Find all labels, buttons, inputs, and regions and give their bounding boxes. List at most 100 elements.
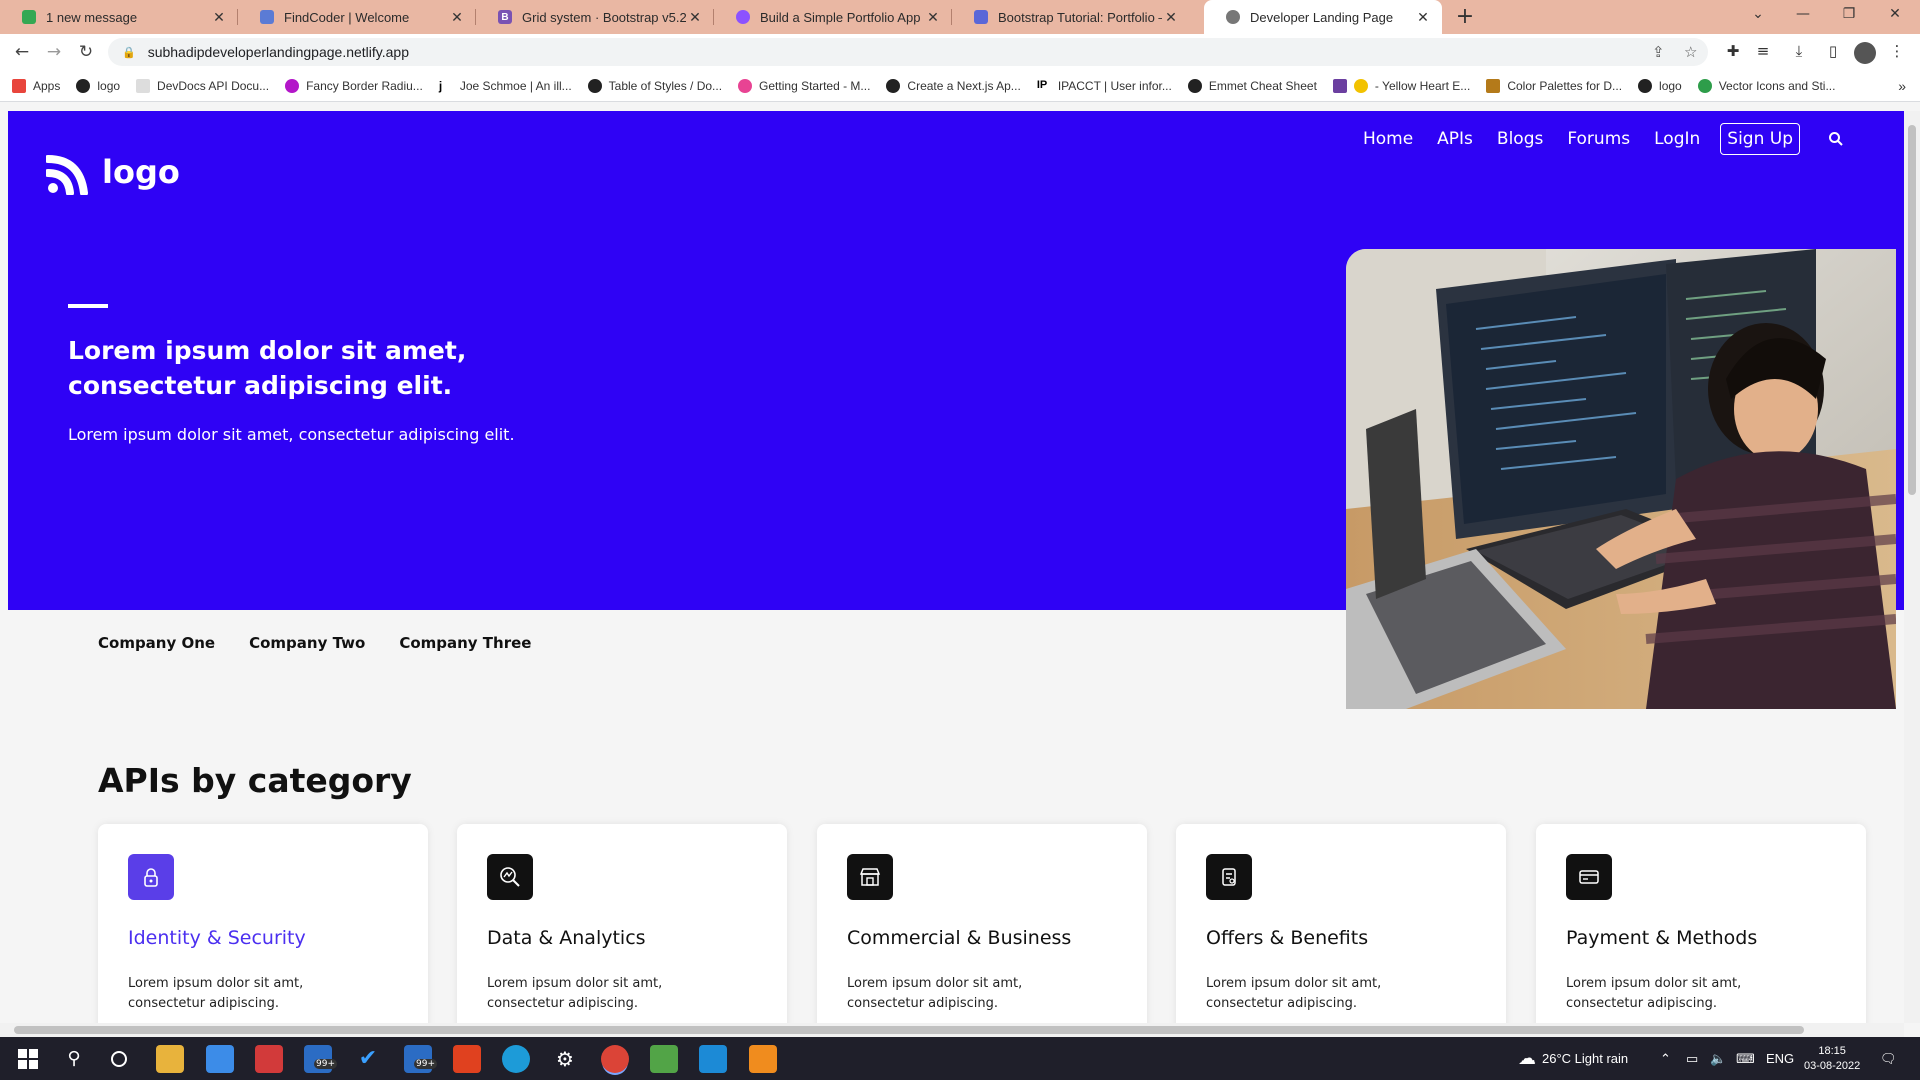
bookmark-item[interactable]: j Joe Schmoe | An ill... <box>439 79 572 93</box>
store-app-icon[interactable] <box>206 1045 234 1073</box>
company-name: Company Three <box>399 634 532 652</box>
minimize-button[interactable]: — <box>1780 0 1826 30</box>
sublime-text-icon[interactable] <box>749 1045 777 1073</box>
horizontal-scrollbar[interactable] <box>0 1023 1904 1037</box>
tab-close-icon[interactable]: ✕ <box>1414 9 1432 26</box>
site-logo[interactable]: logo <box>46 149 180 195</box>
search-icon[interactable] <box>1828 131 1844 147</box>
bookmark-star-icon[interactable]: ☆ <box>1684 43 1697 61</box>
notifications-icon[interactable]: 🗨 <box>1880 1037 1897 1080</box>
bookmark-item[interactable]: logo <box>1638 78 1682 93</box>
weather-widget[interactable]: ☁ 26°C Light rain <box>1518 1037 1628 1080</box>
category-card-commercial[interactable]: Commercial & Business Lorem ipsum dolor … <box>817 824 1147 1023</box>
category-card-offers[interactable]: Offers & Benefits Lorem ipsum dolor sit … <box>1176 824 1506 1023</box>
tab-search-chevron-icon[interactable]: ⌄ <box>1735 0 1781 30</box>
nav-forums-link[interactable]: Forums <box>1567 129 1630 149</box>
edge-browser-icon[interactable] <box>502 1045 530 1073</box>
bookmark-item[interactable]: Fancy Border Radiu... <box>285 78 423 93</box>
tab-title: Build a Simple Portfolio App with <box>760 9 924 25</box>
scrollbar-thumb[interactable] <box>1908 125 1916 495</box>
bookmark-apps[interactable]: Apps <box>12 78 60 93</box>
address-bar[interactable]: 🔒 subhadipdeveloperlandingpage.netlify.a… <box>108 38 1708 66</box>
tray-chevron-icon[interactable]: ⌃ <box>1660 1037 1671 1080</box>
search-icon[interactable]: ⚲ <box>60 1045 88 1073</box>
nav-apis-link[interactable]: APIs <box>1437 129 1473 149</box>
signup-button[interactable]: Sign Up <box>1720 123 1800 155</box>
scrollbar-thumb[interactable] <box>14 1026 1804 1034</box>
office-app-icon[interactable] <box>453 1045 481 1073</box>
teams-app-icon[interactable]: 99+ <box>404 1045 437 1073</box>
vscode-icon[interactable] <box>699 1045 727 1073</box>
tab-title: Bootstrap Tutorial: Portfolio – les <box>998 9 1162 25</box>
close-window-button[interactable]: ✕ <box>1872 0 1918 30</box>
nav-blogs-link[interactable]: Blogs <box>1497 129 1543 149</box>
forward-arrow-icon[interactable]: → <box>40 38 68 66</box>
vertical-scrollbar[interactable] <box>1904 111 1920 1023</box>
volume-icon[interactable]: 🔈 <box>1710 1037 1726 1080</box>
bookmark-item[interactable]: IP IPACCT | User infor... <box>1037 79 1172 93</box>
bookmark-item[interactable]: Getting Started - M... <box>738 78 870 93</box>
windows-start-icon[interactable] <box>14 1045 42 1073</box>
reload-icon[interactable]: ↻ <box>72 38 100 66</box>
extensions-puzzle-icon[interactable]: ✚ <box>1722 42 1744 64</box>
profile-avatar[interactable] <box>1854 42 1876 64</box>
browser-tab[interactable]: 1 new message ✕ <box>0 0 238 34</box>
main-nav: Home APIs Blogs Forums LogIn Sign Up <box>1339 123 1904 155</box>
bookmark-item[interactable]: Color Palettes for D... <box>1486 78 1622 93</box>
gift-app-icon[interactable] <box>255 1045 283 1073</box>
menu-kebab-icon[interactable]: ⋮ <box>1886 42 1908 64</box>
language-indicator[interactable]: ENG <box>1766 1037 1794 1080</box>
bookmark-item[interactable]: - Yellow Heart E... <box>1332 78 1470 93</box>
clock[interactable]: 18:15 03-08-2022 <box>1804 1037 1860 1080</box>
download-icon[interactable]: ⤓ <box>1788 42 1810 64</box>
restore-button[interactable]: ❐ <box>1826 0 1872 30</box>
globe-favicon-icon <box>1226 10 1240 24</box>
notepad-plus-icon[interactable] <box>650 1045 678 1073</box>
task-view-icon[interactable] <box>105 1045 133 1073</box>
nav-login-link[interactable]: LogIn <box>1654 129 1700 149</box>
clock-date: 03-08-2022 <box>1804 1059 1861 1072</box>
category-card-data[interactable]: Data & Analytics Lorem ipsum dolor sit a… <box>457 824 787 1023</box>
settings-gear-icon[interactable]: ⚙ <box>551 1045 579 1073</box>
browser-tab[interactable]: FindCoder | Welcome ✕ <box>238 0 476 34</box>
ip-icon: IP <box>1036 78 1048 91</box>
back-arrow-icon[interactable]: ← <box>8 38 36 66</box>
share-icon[interactable]: ⇪ <box>1652 43 1665 61</box>
mail-app-icon[interactable]: 99+ <box>304 1045 337 1073</box>
bookmark-item[interactable]: logo <box>76 78 120 93</box>
battery-icon[interactable]: ▭ <box>1686 1037 1698 1080</box>
file-explorer-icon[interactable] <box>156 1045 184 1073</box>
keyboard-icon[interactable]: ⌨ <box>1736 1037 1755 1080</box>
tab-close-icon[interactable]: ✕ <box>210 9 228 26</box>
bookmark-item[interactable]: Table of Styles / Do... <box>587 78 722 93</box>
hero-title: Lorem ipsum dolor sit amet, consectetur … <box>68 336 467 400</box>
lock-icon[interactable]: 🔒 <box>122 46 136 59</box>
url-text: subhadipdeveloperlandingpage.netlify.app <box>147 44 409 60</box>
browser-tab[interactable]: Bootstrap Tutorial: Portfolio – les ✕ <box>952 0 1190 34</box>
nav-home-link[interactable]: Home <box>1363 129 1413 149</box>
card-description: Lorem ipsum dolor sit amt, consectetur a… <box>487 976 663 1011</box>
hero-developer-image <box>1346 249 1896 709</box>
bookmarks-overflow-icon[interactable]: » <box>1898 78 1906 94</box>
tab-close-icon[interactable]: ✕ <box>1162 9 1180 26</box>
media-queue-icon[interactable]: ≡ <box>1752 42 1774 64</box>
bookmark-item[interactable]: Emmet Cheat Sheet <box>1187 78 1317 93</box>
bookmark-item[interactable]: DevDocs API Docu... <box>136 78 269 93</box>
tab-close-icon[interactable]: ✕ <box>448 9 466 26</box>
bookmark-item[interactable]: Create a Next.js Ap... <box>886 78 1021 93</box>
browser-tab-active[interactable]: Developer Landing Page ✕ <box>1204 0 1442 34</box>
tab-close-icon[interactable]: ✕ <box>686 9 704 26</box>
tab-close-icon[interactable]: ✕ <box>924 9 942 26</box>
tab-title: Grid system · Bootstrap v5.2 <box>522 9 686 25</box>
new-tab-button[interactable]: + <box>1452 4 1478 30</box>
browser-tab[interactable]: Build a Simple Portfolio App with ✕ <box>714 0 952 34</box>
browser-tab[interactable]: B Grid system · Bootstrap v5.2 ✕ <box>476 0 714 34</box>
bookmark-item[interactable]: Vector Icons and Sti... <box>1697 78 1835 93</box>
side-panel-icon[interactable]: ▯ <box>1822 42 1844 64</box>
page-viewport: logo Home APIs Blogs Forums LogIn Sign U… <box>8 111 1904 1023</box>
hero-accent-line <box>68 304 108 308</box>
category-card-identity[interactable]: Identity & Security Lorem ipsum dolor si… <box>98 824 428 1023</box>
category-card-payment[interactable]: Payment & Methods Lorem ipsum dolor sit … <box>1536 824 1866 1023</box>
todo-check-icon[interactable]: ✔ <box>354 1045 382 1073</box>
chrome-browser-icon[interactable] <box>601 1045 629 1073</box>
